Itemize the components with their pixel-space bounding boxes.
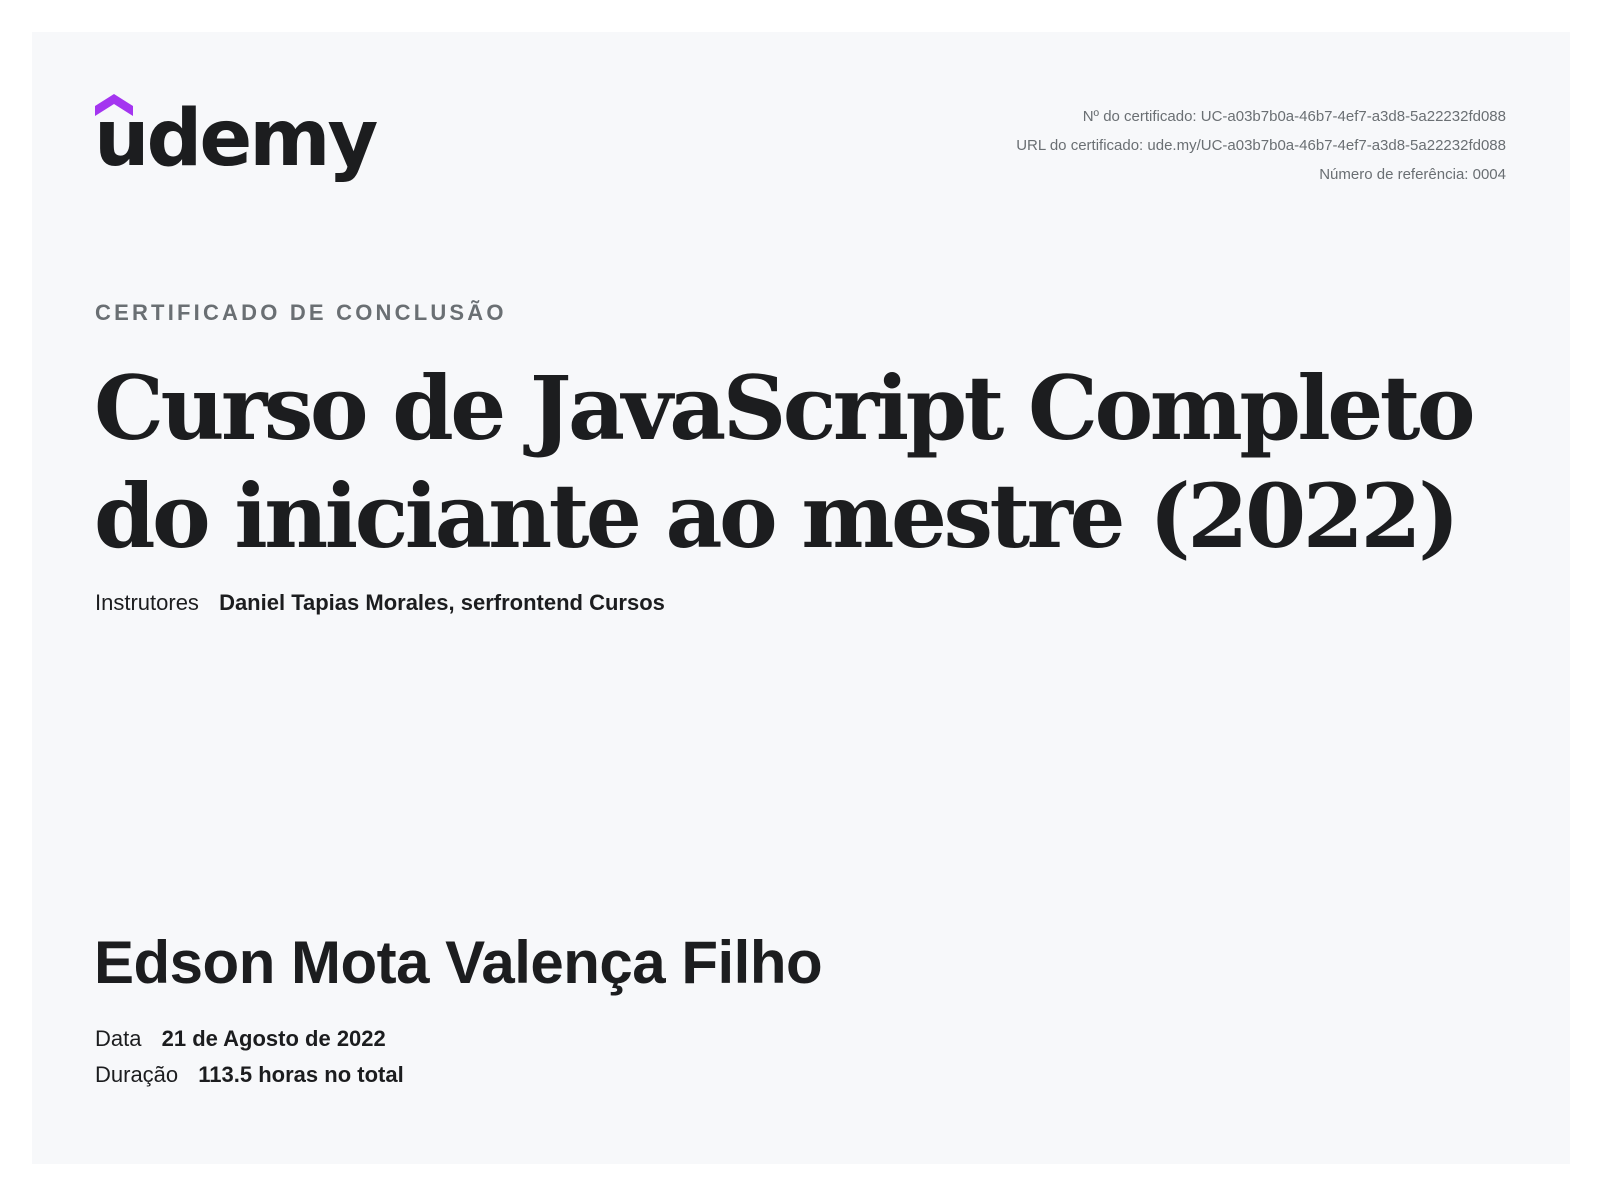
- student-name: Edson Mota Valença Filho: [94, 929, 823, 996]
- instructors-names: Daniel Tapias Morales, serfrontend Curso…: [219, 590, 665, 615]
- course-title: Curso de JavaScript Completo do iniciant…: [94, 354, 1534, 570]
- udemy-logo: udemy: [94, 94, 378, 194]
- certificate-heading: CERTIFICADO DE CONCLUSÃO: [95, 300, 507, 325]
- udemy-wordmark: udemy: [94, 94, 378, 184]
- duration-row: Duração 113.5 horas no total: [95, 1062, 404, 1088]
- instructors-row: Instrutores Daniel Tapias Morales, serfr…: [95, 590, 665, 616]
- reference-number: Número de referência: 0004: [1319, 166, 1506, 183]
- duration-label: Duração: [95, 1062, 179, 1087]
- certificate-card: udemy Nº do certificado: UC-a03b7b0a-46b…: [32, 32, 1570, 1164]
- certificate-url: URL do certificado: ude.my/UC-a03b7b0a-4…: [1016, 137, 1506, 154]
- course-title-line-2: do iniciante ao mestre (2022): [94, 464, 1460, 568]
- course-title-line-1: Curso de JavaScript Completo: [94, 356, 1476, 460]
- certificate-meta: Nº do certificado: UC-a03b7b0a-46b7-4ef7…: [1016, 102, 1506, 189]
- date-row: Data 21 de Agosto de 2022: [95, 1026, 386, 1052]
- date-label: Data: [95, 1026, 142, 1051]
- instructors-label: Instrutores: [95, 590, 199, 615]
- duration-value: 113.5 horas no total: [198, 1062, 404, 1087]
- date-value: 21 de Agosto de 2022: [161, 1026, 386, 1051]
- certificate-number: Nº do certificado: UC-a03b7b0a-46b7-4ef7…: [1082, 108, 1506, 125]
